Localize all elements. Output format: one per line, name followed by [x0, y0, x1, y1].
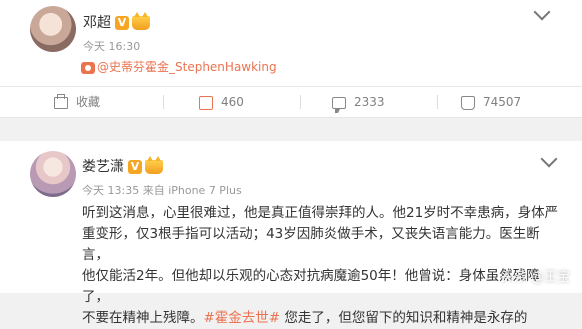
watermark: 头条 @王宝 [500, 270, 570, 285]
username-row: 邓超 V [83, 12, 150, 32]
post-line-tail: 您走了，但您留下的知识和精神是永存的 [280, 310, 528, 326]
post-line: 他仅能活2年。但他却以乐观的心态对抗病魔逾50年！他曾说：身体虽然残障了， [82, 268, 540, 305]
comment-count: 2333 [354, 95, 385, 109]
username[interactable]: 邓超 [83, 15, 111, 31]
hashtag-link[interactable]: #霍金去世# [204, 310, 281, 326]
mention-text: @史蒂芬霍金_StephenHawking [97, 60, 277, 74]
camera-icon [81, 61, 95, 74]
avatar[interactable] [30, 151, 76, 197]
repost-count: 460 [221, 95, 244, 109]
vip-crown-icon [132, 12, 150, 30]
bookmark-icon [54, 93, 68, 109]
post-line: 重变形，仅3根手指可以活动；43岁因肺炎做手术，又丧失语言能力。医生断言， [82, 226, 540, 263]
post-time: 今天 16:30 [83, 40, 141, 53]
verified-badge-icon: V [115, 16, 129, 30]
post-line: 听到这消息，心里很难过，他是真正值得崇拜的人。他21岁时不幸患病，身体严 [82, 205, 559, 221]
post-line: 不要在精神上残障。#霍金去世# 您走了，但您留下的知识和精神是永存的 [82, 308, 562, 329]
avatar[interactable] [30, 6, 76, 52]
repost-icon [199, 95, 213, 110]
divider [300, 95, 301, 109]
divider [163, 95, 164, 109]
repost-button[interactable]: 460 [199, 87, 244, 117]
post-card-2: 娄艺潇 V 今天 13:35 来自 iPhone 7 Plus 听到这消息，心里很… [0, 141, 582, 326]
like-button[interactable]: 74507 [461, 87, 521, 117]
favorite-label: 收藏 [76, 95, 101, 109]
post-meta: 今天 13:35 来自 iPhone 7 Plus [82, 184, 242, 197]
username[interactable]: 娄艺潇 [82, 159, 124, 175]
comment-button[interactable]: 2333 [332, 87, 385, 117]
divider [437, 95, 438, 109]
action-bar: 收藏 460 2333 74507 [0, 86, 582, 118]
mention-link[interactable]: @史蒂芬霍金_StephenHawking [81, 58, 277, 75]
verified-badge-icon: V [128, 160, 142, 174]
username-row: 娄艺潇 V [82, 156, 163, 176]
post-line-text: 不要在精神上残障。 [82, 310, 204, 326]
post-body: 听到这消息，心里很难过，他是真正值得崇拜的人。他21岁时不幸患病，身体严 重变形… [82, 203, 562, 329]
chevron-down-icon[interactable] [533, 3, 551, 21]
post-card-1: 邓超 V 今天 16:30 @史蒂芬霍金_StephenHawking [0, 0, 582, 86]
vip-crown-icon [145, 156, 163, 174]
chevron-down-icon[interactable] [540, 150, 558, 168]
like-count: 74507 [483, 95, 522, 109]
comment-icon [332, 96, 346, 113]
thumbs-up-icon [461, 95, 475, 110]
favorite-button[interactable]: 收藏 [54, 87, 100, 117]
